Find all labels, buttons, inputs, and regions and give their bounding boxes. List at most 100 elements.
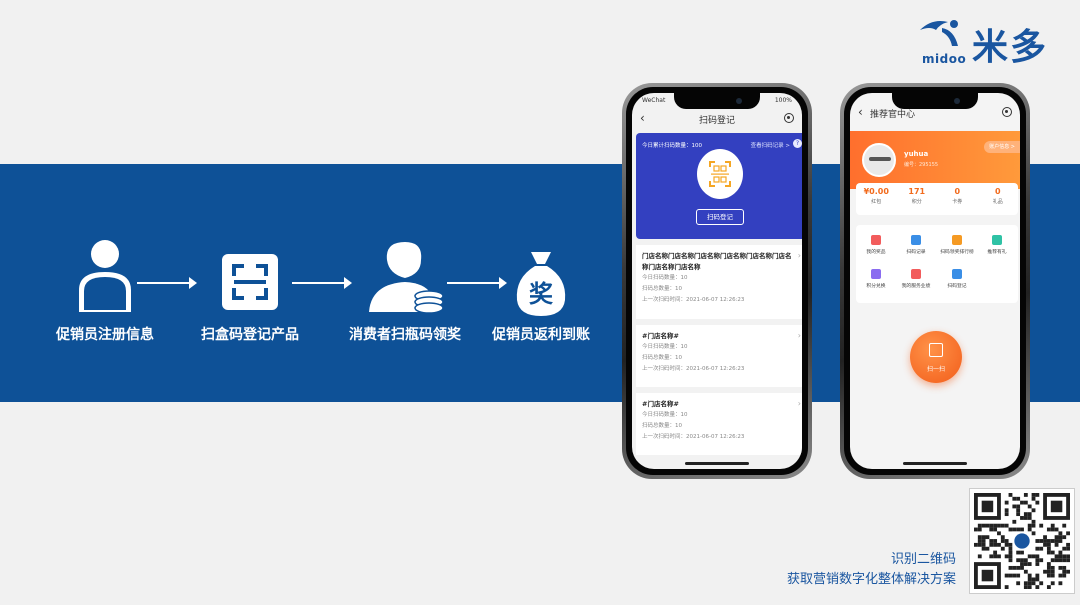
qr-scan-icon: [709, 161, 731, 187]
scan-circle[interactable]: [697, 149, 743, 199]
gift-icon: [871, 235, 881, 245]
stat-label: 礼品: [992, 199, 1003, 205]
consumer-coin-icon: [369, 242, 444, 314]
step-label: 扫盒码登记产品: [201, 327, 299, 343]
user-number: 编号：295155: [904, 162, 939, 168]
store-card[interactable]: #门店名称# › 今日扫码数量：10 扫码总数量：10 上一次扫码时间：2021…: [636, 393, 802, 455]
scan-fab-label: 扫一扫: [926, 366, 945, 373]
phone-notch: [674, 93, 760, 109]
stats-bar: ¥0.00 红包 171 积分 0 卡券 0 礼品: [856, 183, 1018, 215]
scan-hero: 今日累计扫码数量：100 查看扫码记录 > ? 扫码登记: [636, 133, 802, 239]
midoo-logo: midoo 米多: [918, 16, 1058, 68]
today-count: 今日扫码数量：10: [642, 275, 688, 281]
qr-code-image: [974, 493, 1070, 589]
menu-item-label: 积分兑换: [866, 284, 886, 289]
total-count: 扫码总数量：10: [642, 355, 682, 361]
qr-subcaption: 获取营销数字化整体解决方案: [786, 572, 956, 587]
username: yuhua: [904, 150, 929, 158]
last-scan-time: 上一次扫码时间：2021-06-07 12:26:23: [642, 297, 745, 303]
carrier-label: WeChat: [642, 97, 666, 104]
menu-item-label: 我的服务业绩: [901, 284, 931, 289]
midoo-bird-icon: [920, 20, 958, 46]
points-icon: [871, 269, 881, 279]
stat-label: 卡券: [952, 199, 963, 205]
scan-fab-button[interactable]: 扫一扫: [910, 331, 962, 383]
share-icon: [992, 235, 1002, 245]
process-step-consumer: 消费者扫瓶码领奖: [330, 238, 480, 348]
stat-red-packet[interactable]: ¥0.00 红包: [856, 183, 897, 215]
today-count: 今日扫码数量：10: [642, 344, 688, 350]
menu-item-performance[interactable]: 我的服务业绩: [896, 269, 936, 297]
menu-item-label: 扫码记录: [906, 250, 926, 255]
brand-name-en: midoo: [922, 52, 967, 66]
svg-text:奖: 奖: [529, 280, 554, 308]
total-count: 扫码总数量：10: [642, 423, 682, 429]
stat-coupons[interactable]: 0 卡券: [937, 183, 978, 215]
menu-item-my-prizes[interactable]: 我的奖品: [856, 235, 896, 263]
stat-value: ¥0.00: [863, 187, 889, 196]
scan-records-link[interactable]: 查看扫码记录 >: [751, 141, 790, 149]
menu-item-label: 扫码领奖排行榜: [940, 250, 974, 255]
last-scan-time: 上一次扫码时间：2021-06-07 12:26:23: [642, 434, 745, 440]
phone-notch: [892, 93, 978, 109]
miniapp-menu-icon[interactable]: [1002, 107, 1012, 117]
scan-frame-icon: [222, 254, 278, 310]
stat-value: 0: [994, 187, 1001, 196]
record-icon: [911, 235, 921, 245]
today-scan-count: 今日累计扫码数量：100: [642, 143, 702, 149]
step-label: 促销员返利到账: [492, 327, 590, 343]
stat-value: 0: [954, 187, 961, 196]
last-scan-time: 上一次扫码时间：2021-06-07 12:26:23: [642, 366, 745, 372]
chart-icon: [911, 269, 921, 279]
scan-icon: [952, 269, 962, 279]
rank-icon: [952, 235, 962, 245]
stat-gifts[interactable]: 0 礼品: [978, 183, 1019, 215]
store-card[interactable]: 门店名称门店名称门店名称门店名称门店名称门店名称门店名称门店名称 › 今日扫码数…: [636, 245, 802, 319]
help-icon[interactable]: ?: [793, 139, 802, 148]
store-name: 门店名称门店名称门店名称门店名称门店名称门店名称门店名称门店名称: [642, 252, 792, 271]
nav-bar: ‹ 扫码登记: [632, 109, 802, 131]
menu-item-scan-register[interactable]: 扫码登记: [937, 269, 977, 297]
chevron-right-icon: ›: [797, 331, 801, 340]
menu-item-label: 推荐有礼: [987, 250, 1007, 255]
qr-caption: 识别二维码: [890, 552, 956, 567]
stat-label: 红包: [871, 199, 882, 205]
process-step-register: 促销员注册信息: [30, 238, 180, 348]
total-count: 扫码总数量：10: [642, 286, 682, 292]
home-indicator: [903, 462, 967, 465]
today-count: 今日扫码数量：10: [642, 412, 688, 418]
stat-points[interactable]: 171 积分: [897, 183, 938, 215]
scan-icon: [929, 343, 943, 357]
step-label: 消费者扫瓶码领奖: [349, 327, 461, 343]
phone-referrer-center: ‹ 推荐官中心 yuhua 编号：295155 账户信息 > ¥0.00 红包 …: [840, 83, 1030, 479]
chevron-right-icon: ›: [797, 251, 801, 260]
stat-value: 171: [908, 187, 926, 196]
store-name: #门店名称#: [642, 400, 679, 408]
menu-item-referral[interactable]: 推荐有礼: [977, 235, 1017, 263]
store-card[interactable]: #门店名称# › 今日扫码数量：10 扫码总数量：10 上一次扫码时间：2021…: [636, 325, 802, 387]
account-info-link[interactable]: 账户信息 >: [984, 141, 1020, 153]
avatar[interactable]: [862, 143, 896, 177]
back-icon[interactable]: ‹: [858, 105, 863, 119]
battery-label: 100%: [774, 97, 792, 104]
process-step-rebate: 奖 促销员返利到账: [466, 238, 616, 348]
menu-item-label: 扫码登记: [947, 284, 967, 289]
miniapp-menu-icon[interactable]: [784, 113, 794, 123]
drone-image: [869, 157, 891, 161]
person-icon: [79, 240, 131, 312]
home-indicator: [685, 462, 749, 465]
menu-item-scan-records[interactable]: 扫码记录: [896, 235, 936, 263]
step-label: 促销员注册信息: [56, 327, 154, 343]
profile-header: yuhua 编号：295155 账户信息 >: [850, 131, 1020, 189]
stat-label: 积分: [911, 199, 922, 205]
money-bag-icon: 奖: [516, 252, 566, 316]
function-menu: 我的奖品 扫码记录 扫码领奖排行榜 推荐有礼 积分兑换 我的服务业绩 扫码登记: [856, 225, 1018, 303]
menu-item-ranking[interactable]: 扫码领奖排行榜: [937, 235, 977, 263]
menu-item-points-exchange[interactable]: 积分兑换: [856, 269, 896, 297]
phone-scan-register: WeChat 100% ‹ 扫码登记 今日累计扫码数量：100 查看扫码记录 >…: [622, 83, 812, 479]
brand-name-cn: 米多: [972, 27, 1049, 68]
scan-register-button[interactable]: 扫码登记: [696, 209, 744, 225]
store-name: #门店名称#: [642, 332, 679, 340]
process-step-scan-box: 扫盒码登记产品: [175, 238, 325, 348]
qr-code[interactable]: [969, 488, 1075, 594]
